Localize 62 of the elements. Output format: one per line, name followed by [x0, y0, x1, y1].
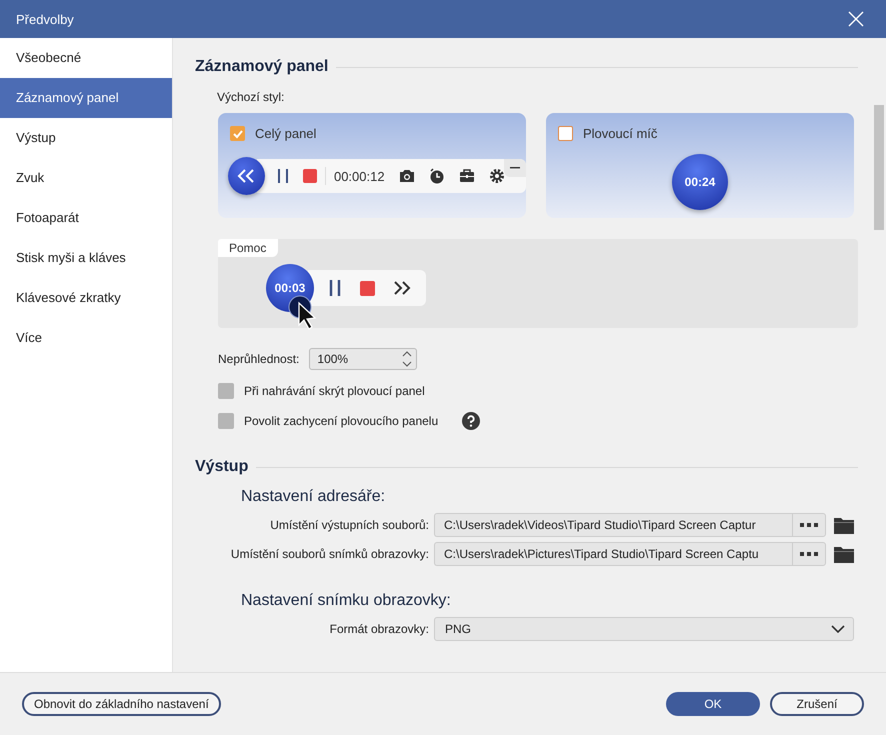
help-icon[interactable] [462, 412, 480, 430]
checkbox[interactable] [230, 126, 245, 141]
minus-icon [510, 167, 520, 169]
folder-icon[interactable] [834, 516, 854, 534]
style-label: Celý panel [255, 126, 316, 141]
ok-button[interactable]: OK [666, 692, 760, 716]
format-dropdown[interactable]: PNG [434, 617, 854, 641]
dots-icon [800, 552, 818, 556]
sidebar-item[interactable]: Stisk myši a kláves [0, 238, 172, 278]
close-icon[interactable] [848, 11, 864, 27]
settings-icon[interactable] [488, 168, 505, 184]
clock-icon[interactable] [428, 168, 445, 184]
camera-icon[interactable] [398, 169, 415, 183]
sidebar-item[interactable]: Výstup [0, 118, 172, 158]
stop-icon[interactable] [302, 169, 317, 183]
floating-ball[interactable]: 00:24 [672, 154, 728, 210]
style-label: Plovoucí míč [583, 126, 658, 141]
cancel-button[interactable]: Zrušení [770, 692, 864, 716]
reset-button[interactable]: Obnovit do základního nastavení [22, 692, 221, 716]
opacity-label: Neprůhlednost: [218, 352, 300, 366]
subsection-heading: Nastavení adresáře: [241, 488, 386, 506]
sidebar-item[interactable]: Zvuk [0, 158, 172, 198]
style-label: Výchozí styl: [217, 90, 286, 104]
help-tab[interactable]: Pomoc [218, 239, 278, 257]
field-label: Formát obrazovky: [328, 622, 430, 636]
timer: 00:00:12 [334, 168, 385, 184]
path-field[interactable]: C:\Users\radek\Pictures\Tipard Studio\Tipard Screen Captu [434, 542, 792, 566]
field-label: Umístění souborů snímků obrazovky: [230, 547, 430, 561]
expand-icon [393, 281, 411, 295]
section-heading: Výstup [195, 458, 248, 476]
browse-button[interactable] [792, 513, 826, 537]
opacity-spinbox[interactable]: 100% [309, 348, 418, 370]
minimize-button[interactable] [504, 159, 526, 177]
field-label: Umístění výstupních souborů: [269, 518, 430, 532]
path-field[interactable]: C:\Users\radek\Videos\Tipard Studio\Tipard Screen Captur [434, 513, 792, 537]
sidebar-item[interactable]: Všeobecné [0, 38, 172, 78]
chevron-down-icon[interactable] [831, 625, 845, 633]
sidebar-item[interactable]: Záznamový panel [0, 78, 172, 118]
browse-button[interactable] [792, 542, 826, 566]
sidebar-item[interactable]: Klávesové zkratky [0, 278, 172, 318]
toolbox-icon[interactable] [458, 169, 475, 183]
sidebar-item[interactable]: Fotoaparát [0, 198, 172, 238]
checkbox[interactable] [558, 126, 573, 141]
collapse-button[interactable] [228, 157, 265, 195]
option-label: Povolit zachycení plovoucího panelu [244, 414, 438, 428]
spin-arrows-icon[interactable] [402, 350, 412, 368]
section-heading: Záznamový panel [195, 58, 328, 76]
style-card[interactable]: Celý panel 00:00:12 [218, 113, 526, 218]
dots-icon [800, 523, 818, 527]
pause-icon [328, 280, 342, 296]
checkbox[interactable] [218, 383, 234, 399]
window-title: Předvolby [16, 12, 75, 26]
subsection-heading: Nastavení snímku obrazovky: [241, 592, 452, 610]
style-card[interactable]: Plovoucí míč 00:24 [546, 113, 854, 218]
folder-icon[interactable] [834, 546, 854, 562]
sidebar-item[interactable]: Více [0, 318, 172, 358]
option-label: Při nahrávání skrýt plovoucí panel [244, 384, 425, 398]
checkbox[interactable] [218, 413, 234, 429]
double-chevron-left-icon [237, 169, 256, 183]
scrollbar-thumb[interactable] [874, 105, 884, 230]
pause-icon[interactable] [276, 169, 289, 183]
stop-icon [360, 280, 375, 296]
